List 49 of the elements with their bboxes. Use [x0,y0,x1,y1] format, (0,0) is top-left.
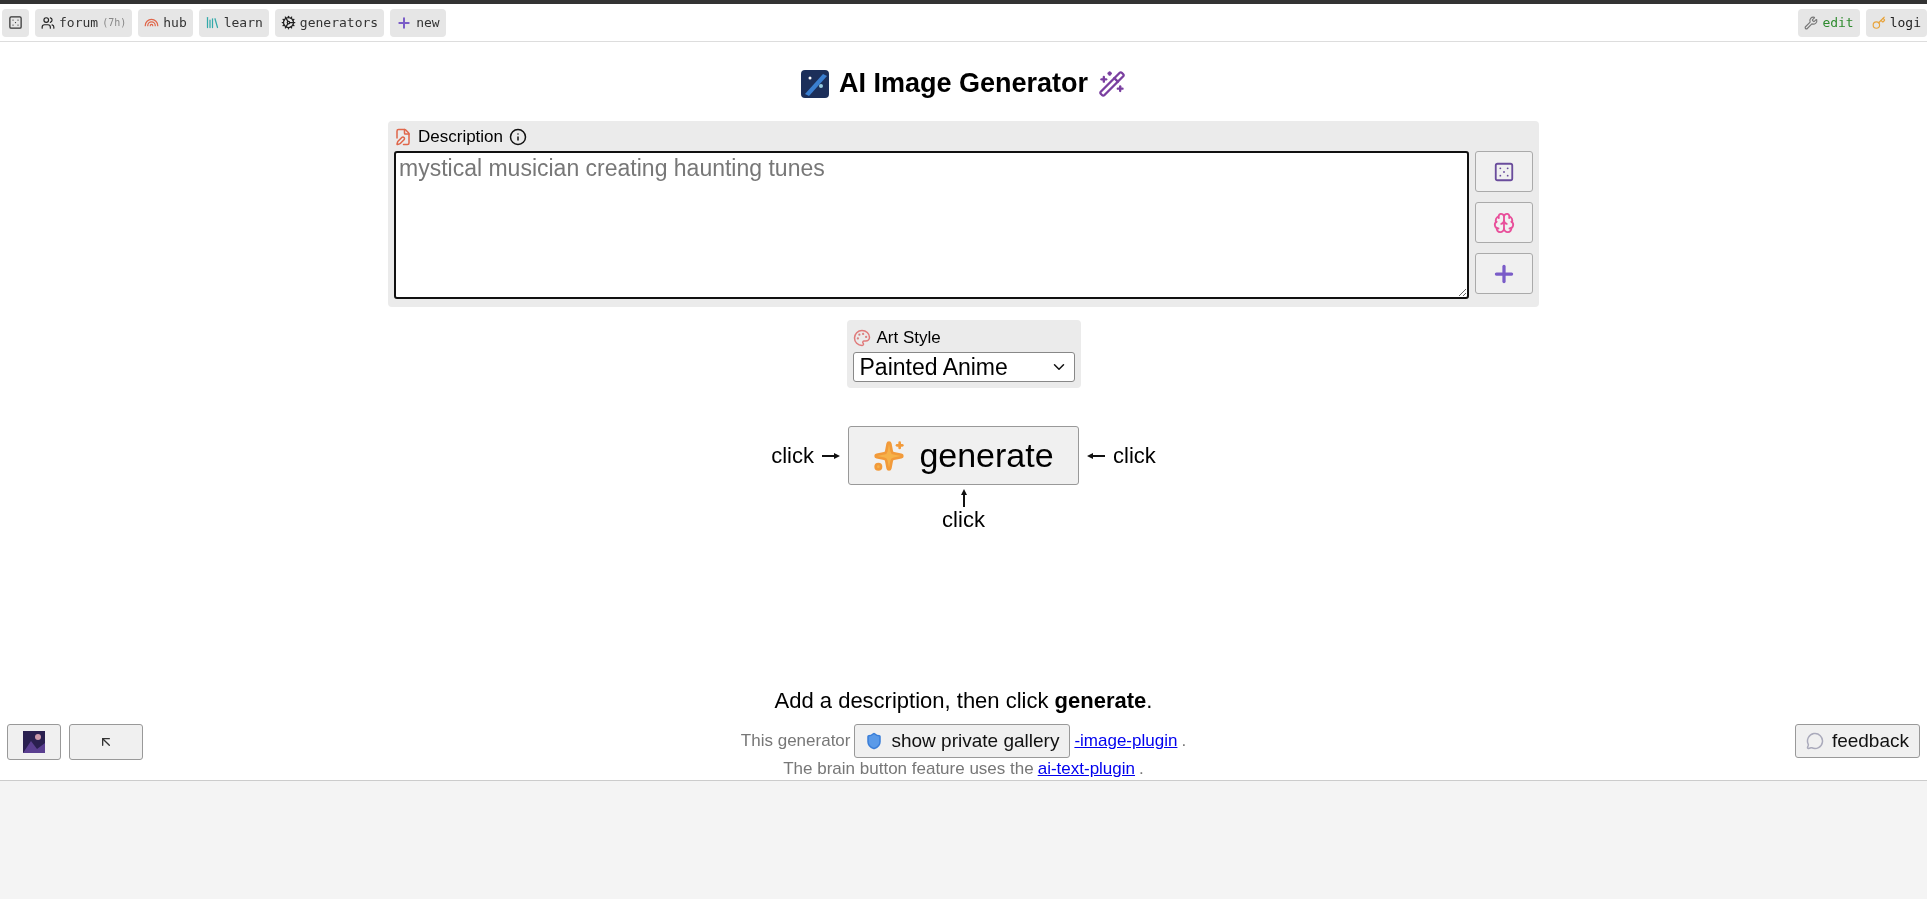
arrow-icon [1087,452,1105,459]
info-icon[interactable] [509,128,528,146]
sparkles-icon [873,439,906,472]
hint-text: click [942,507,985,533]
tools-icon [1804,15,1819,30]
field-label: Description [418,127,504,147]
key-icon [1871,15,1886,30]
art-style-select[interactable]: Painted Anime [852,352,1075,382]
footer-text: This generator [740,730,851,752]
footer-text: . [1139,758,1144,780]
pencil-icon [394,128,412,146]
nav-link[interactable]: logi [1865,8,1927,37]
plugin-link[interactable]: ai-text-plugin [1037,758,1135,780]
thumbnail-button[interactable] [7,724,61,760]
nav-link[interactable]: edit [1798,8,1860,37]
nav-link[interactable]: new [390,8,446,37]
arrow-icon [822,452,840,459]
dice-button[interactable] [2,8,29,37]
nav-link[interactable]: learn [198,8,269,37]
shield-icon [865,732,884,750]
plugin-link[interactable]: -image-plugin [1074,730,1178,752]
nav-link[interactable]: generators [274,8,385,37]
books-icon [204,15,220,30]
footer-text: . [1181,730,1187,752]
people-icon [41,15,55,30]
brain-button[interactable] [1475,202,1533,243]
gallery-button[interactable]: show private gallery [854,724,1071,758]
hint-text: click [771,442,814,469]
arrow-icon [960,489,967,507]
dice-icon [8,15,23,30]
status-message: Add a description, then click generate. [774,688,1153,714]
random-button[interactable] [1475,151,1533,192]
brain-icon [1493,211,1515,234]
page-title: AI Image Generator [838,68,1089,99]
feedback-button[interactable]: feedback [1794,724,1920,758]
description-field[interactable]: mystical musician creating haunting tunes [394,151,1469,299]
time-label: (7h) [102,17,127,28]
hint-text: click [1113,442,1156,469]
footer-text: The brain button feature uses the [783,758,1034,780]
dice-icon [1493,160,1515,183]
field-label: Art Style [876,328,941,348]
nav-link[interactable]: forum (7h) [35,8,133,37]
palette-icon [852,329,871,347]
speech-bubble-icon [1805,732,1824,750]
add-button[interactable] [1475,253,1533,294]
gears-icon [280,15,296,30]
generate-button[interactable]: generate [848,426,1079,485]
magic-wand-icon [1098,69,1127,98]
nav-link[interactable]: hub [138,8,193,37]
